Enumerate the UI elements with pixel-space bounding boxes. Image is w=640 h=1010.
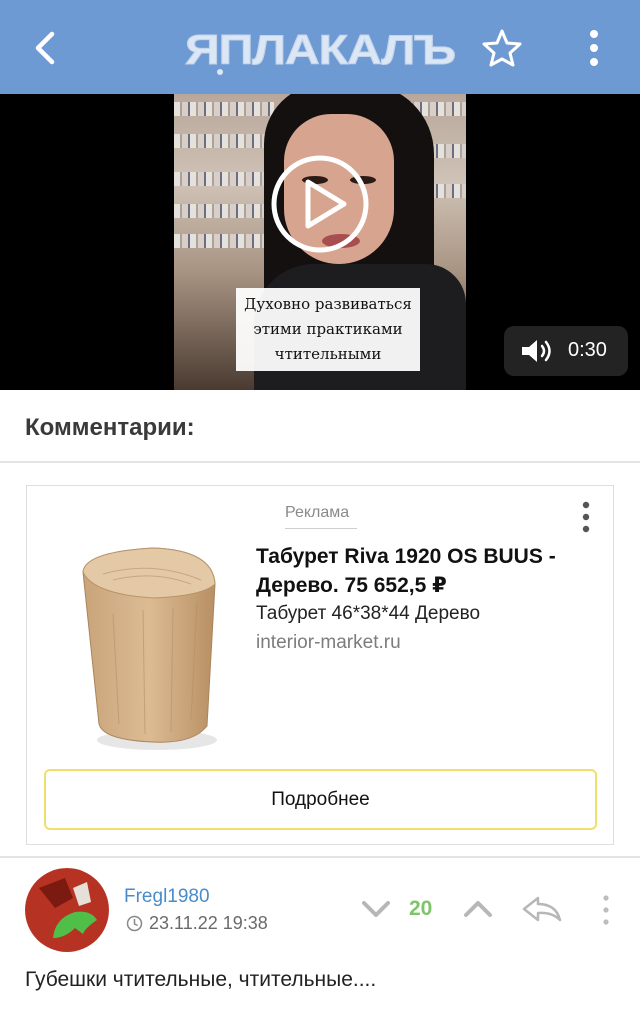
ad-label: Реклама — [285, 504, 350, 521]
chevron-up-icon[interactable] — [460, 894, 496, 924]
ad-more-icon[interactable] — [575, 500, 597, 534]
more-vertical-icon[interactable] — [576, 26, 612, 70]
divider — [0, 856, 640, 858]
play-icon[interactable] — [268, 152, 372, 256]
ad-details-button[interactable]: Подробнее — [44, 769, 597, 830]
svg-text:ЯПЛАКАЛЪ: ЯПЛАКАЛЪ — [185, 26, 456, 73]
comment-text: Губешки чтительные, чтительные.... — [25, 968, 377, 991]
comment-username[interactable]: Fregl1980 — [124, 886, 210, 908]
video-caption: Духовно развиваться этими практиками чти… — [236, 288, 420, 371]
comments-heading: Комментарии: — [25, 414, 195, 441]
ad-card[interactable]: Реклама Табурет Riva 1920 OS BUUS - Дере… — [26, 485, 614, 845]
ad-domain[interactable]: interior-market.ru — [256, 632, 401, 654]
video-duration: 0:30 — [568, 339, 607, 361]
avatar[interactable] — [25, 868, 109, 952]
divider — [0, 461, 640, 463]
reply-icon[interactable] — [520, 892, 564, 926]
ad-label-underline — [285, 528, 357, 529]
clock-icon — [126, 915, 143, 932]
back-arrow-icon[interactable] — [26, 28, 66, 68]
comment-timestamp: 23.11.22 19:38 — [149, 913, 268, 933]
ad-description: Табурет 46*38*44 Дерево — [256, 603, 481, 624]
chevron-down-icon[interactable] — [358, 894, 394, 924]
site-logo[interactable]: ЯПЛАКАЛЪ — [180, 22, 460, 78]
duration-control[interactable]: 0:30 — [504, 326, 628, 376]
video-player[interactable]: Духовно развиваться этими практиками чти… — [0, 94, 640, 390]
ad-title[interactable]: Табурет Riva 1920 OS BUUS - Дерево. 75 6… — [256, 542, 606, 600]
comment-score: 20 — [409, 897, 433, 920]
star-icon[interactable] — [480, 26, 524, 70]
comment-more-icon[interactable] — [596, 892, 616, 928]
ad-product-image[interactable] — [73, 544, 239, 756]
volume-icon[interactable] — [520, 338, 554, 364]
top-app-bar: ЯПЛАКАЛЪ — [0, 0, 640, 94]
